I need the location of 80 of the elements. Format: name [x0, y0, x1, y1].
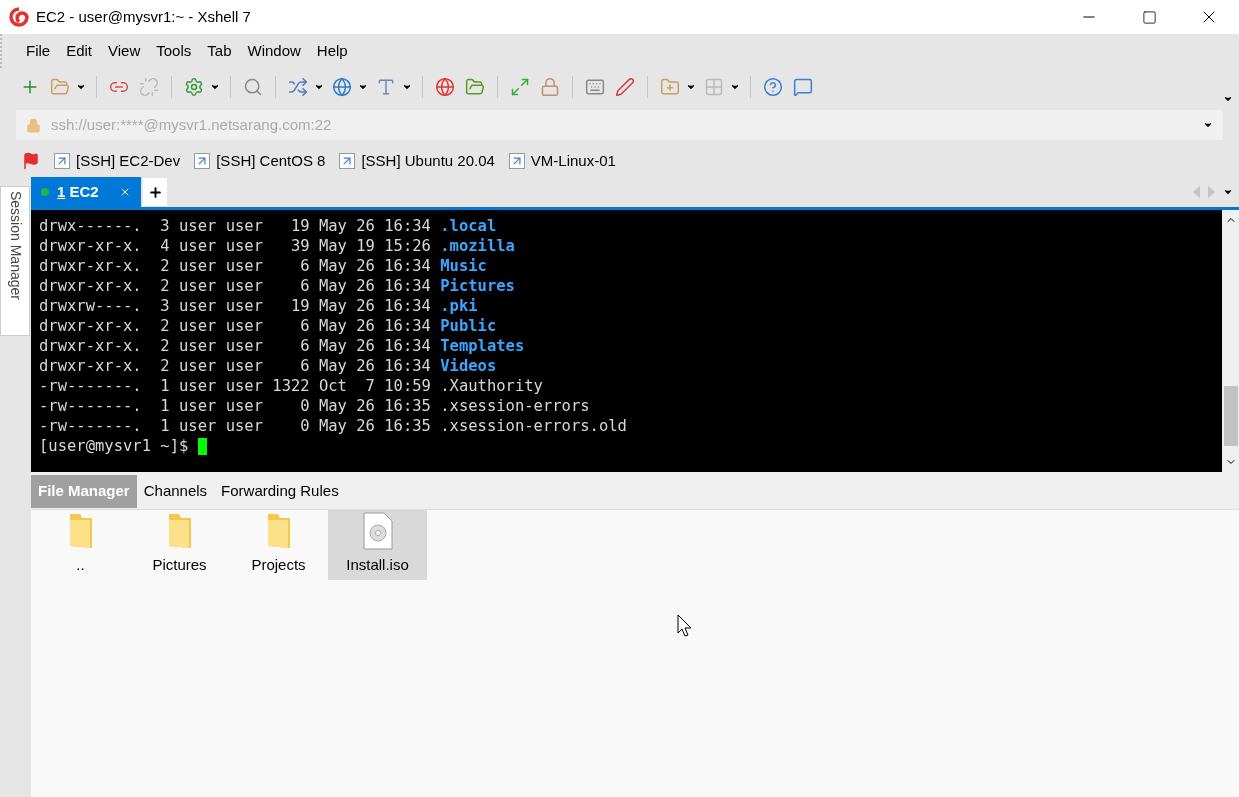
file-name: Pictures [440, 276, 515, 296]
panel-tab[interactable]: Channels [136, 475, 215, 508]
transfer-icon[interactable] [288, 77, 308, 97]
caret-icon[interactable] [402, 82, 412, 92]
flag-icon [22, 152, 40, 170]
lock-icon[interactable] [540, 77, 560, 97]
menu-item[interactable]: Help [308, 39, 356, 63]
terminal-line: drwxrw----. 3 user user 19 May 26 16:34 [39, 296, 432, 316]
search-icon[interactable] [243, 77, 263, 97]
panel-tab[interactable]: Forwarding Rules [214, 475, 346, 508]
terminal-line: -rw-------. 1 user user 0 May 26 16:35 [39, 396, 432, 416]
caret-icon[interactable] [730, 82, 740, 92]
terminal-line: drwxr-xr-x. 2 user user 6 May 26 16:34 [39, 356, 432, 376]
terminal-line: drwxr-xr-x. 2 user user 6 May 26 16:34 [39, 256, 432, 276]
menu-item[interactable]: Tools [148, 39, 200, 63]
terminal-line: drwxr-xr-x. 2 user user 6 May 26 16:34 [39, 276, 432, 296]
caret-icon[interactable] [210, 82, 220, 92]
terminal-line: drwxr-xr-x. 4 user user 39 May 19 15:26 [39, 236, 432, 256]
chat-icon[interactable] [793, 77, 813, 97]
toolbar-overflow-icon[interactable] [1223, 94, 1233, 104]
file-name: .pki [440, 296, 478, 316]
folder-icon [67, 511, 94, 550]
app-logo-icon [8, 6, 30, 28]
open-folder-icon[interactable] [50, 77, 70, 97]
font-icon[interactable] [376, 77, 396, 97]
session-tab[interactable]: 1 EC2 [31, 177, 141, 207]
terminal-line: drwx------. 3 user user 19 May 26 16:34 [39, 216, 432, 236]
tab-list-caret-icon[interactable] [1223, 187, 1233, 197]
file-name: Templates [440, 336, 525, 356]
quick-link[interactable]: [SSH] EC2-Dev [54, 149, 181, 173]
file-name: .Xauthority [440, 376, 543, 396]
quick-link[interactable]: VM-Linux-01 [508, 149, 616, 173]
terminal-line: drwxr-xr-x. 2 user user 6 May 26 16:34 [39, 336, 432, 356]
directory-entry[interactable]: Install.iso [328, 510, 427, 580]
lock-icon [26, 117, 41, 133]
file-name: .mozilla [440, 236, 515, 256]
quick-link[interactable]: [SSH] CentOS 8 [194, 149, 326, 173]
menu-item[interactable]: Tab [199, 39, 240, 63]
session-manager-tab[interactable]: Session Manager [0, 186, 30, 336]
caret-icon[interactable] [76, 82, 86, 92]
caret-icon[interactable] [358, 82, 368, 92]
cursor-block [197, 437, 207, 455]
menu-item[interactable]: View [100, 39, 149, 63]
menu-item[interactable]: File [18, 39, 59, 63]
terminal-line: drwxr-xr-x. 2 user user 6 May 26 16:34 [39, 316, 432, 336]
dropdown-caret-icon[interactable] [1203, 120, 1213, 130]
terminal-line: -rw-------. 1 user user 0 May 26 16:35 [39, 416, 432, 436]
file-name: .local [440, 216, 497, 236]
keyboard-icon[interactable] [585, 77, 605, 97]
scrollbar-thumb[interactable] [1223, 386, 1238, 446]
folder-icon [166, 511, 193, 550]
folder-icon [265, 511, 292, 550]
fullscreen-icon[interactable] [510, 77, 530, 97]
caret-icon[interactable] [686, 82, 696, 92]
quick-link[interactable]: [SSH] Ubuntu 20.04 [339, 149, 495, 173]
file-name: .xsession-errors [440, 396, 590, 416]
globe-icon[interactable] [332, 77, 352, 97]
file-name: Videos [440, 356, 497, 376]
window-title: EC2 - user@mysvr1:~ - Xshell 7 [36, 6, 251, 27]
mouse-pointer-icon [677, 614, 693, 638]
menu-item[interactable]: Edit [58, 39, 101, 63]
terminal-line: -rw-------. 1 user user 1322 Oct 7 10:59 [39, 376, 432, 396]
disc-file-icon [362, 511, 393, 550]
shell-prompt: [user@mysvr1 ~]$ [39, 436, 190, 456]
menu-item[interactable]: Window [239, 39, 309, 63]
settings-icon[interactable] [184, 77, 204, 97]
caret-icon[interactable] [314, 82, 324, 92]
close-tab-icon[interactable] [119, 186, 131, 198]
new-tab-icon[interactable] [147, 184, 163, 200]
new-folder-icon[interactable] [660, 77, 680, 97]
directory-entry[interactable]: Projects [229, 510, 328, 580]
file-name: Public [440, 316, 497, 336]
directory-entry[interactable]: Pictures [130, 510, 229, 580]
file-name: Music [440, 256, 487, 276]
maximize-icon[interactable] [1141, 9, 1157, 25]
file-name: .xsession-errors.old [440, 416, 627, 436]
highlighter-icon[interactable] [615, 77, 635, 97]
scrollbar[interactable] [1222, 210, 1239, 472]
directory-entry[interactable]: .. [31, 510, 130, 580]
help-icon[interactable] [763, 77, 783, 97]
